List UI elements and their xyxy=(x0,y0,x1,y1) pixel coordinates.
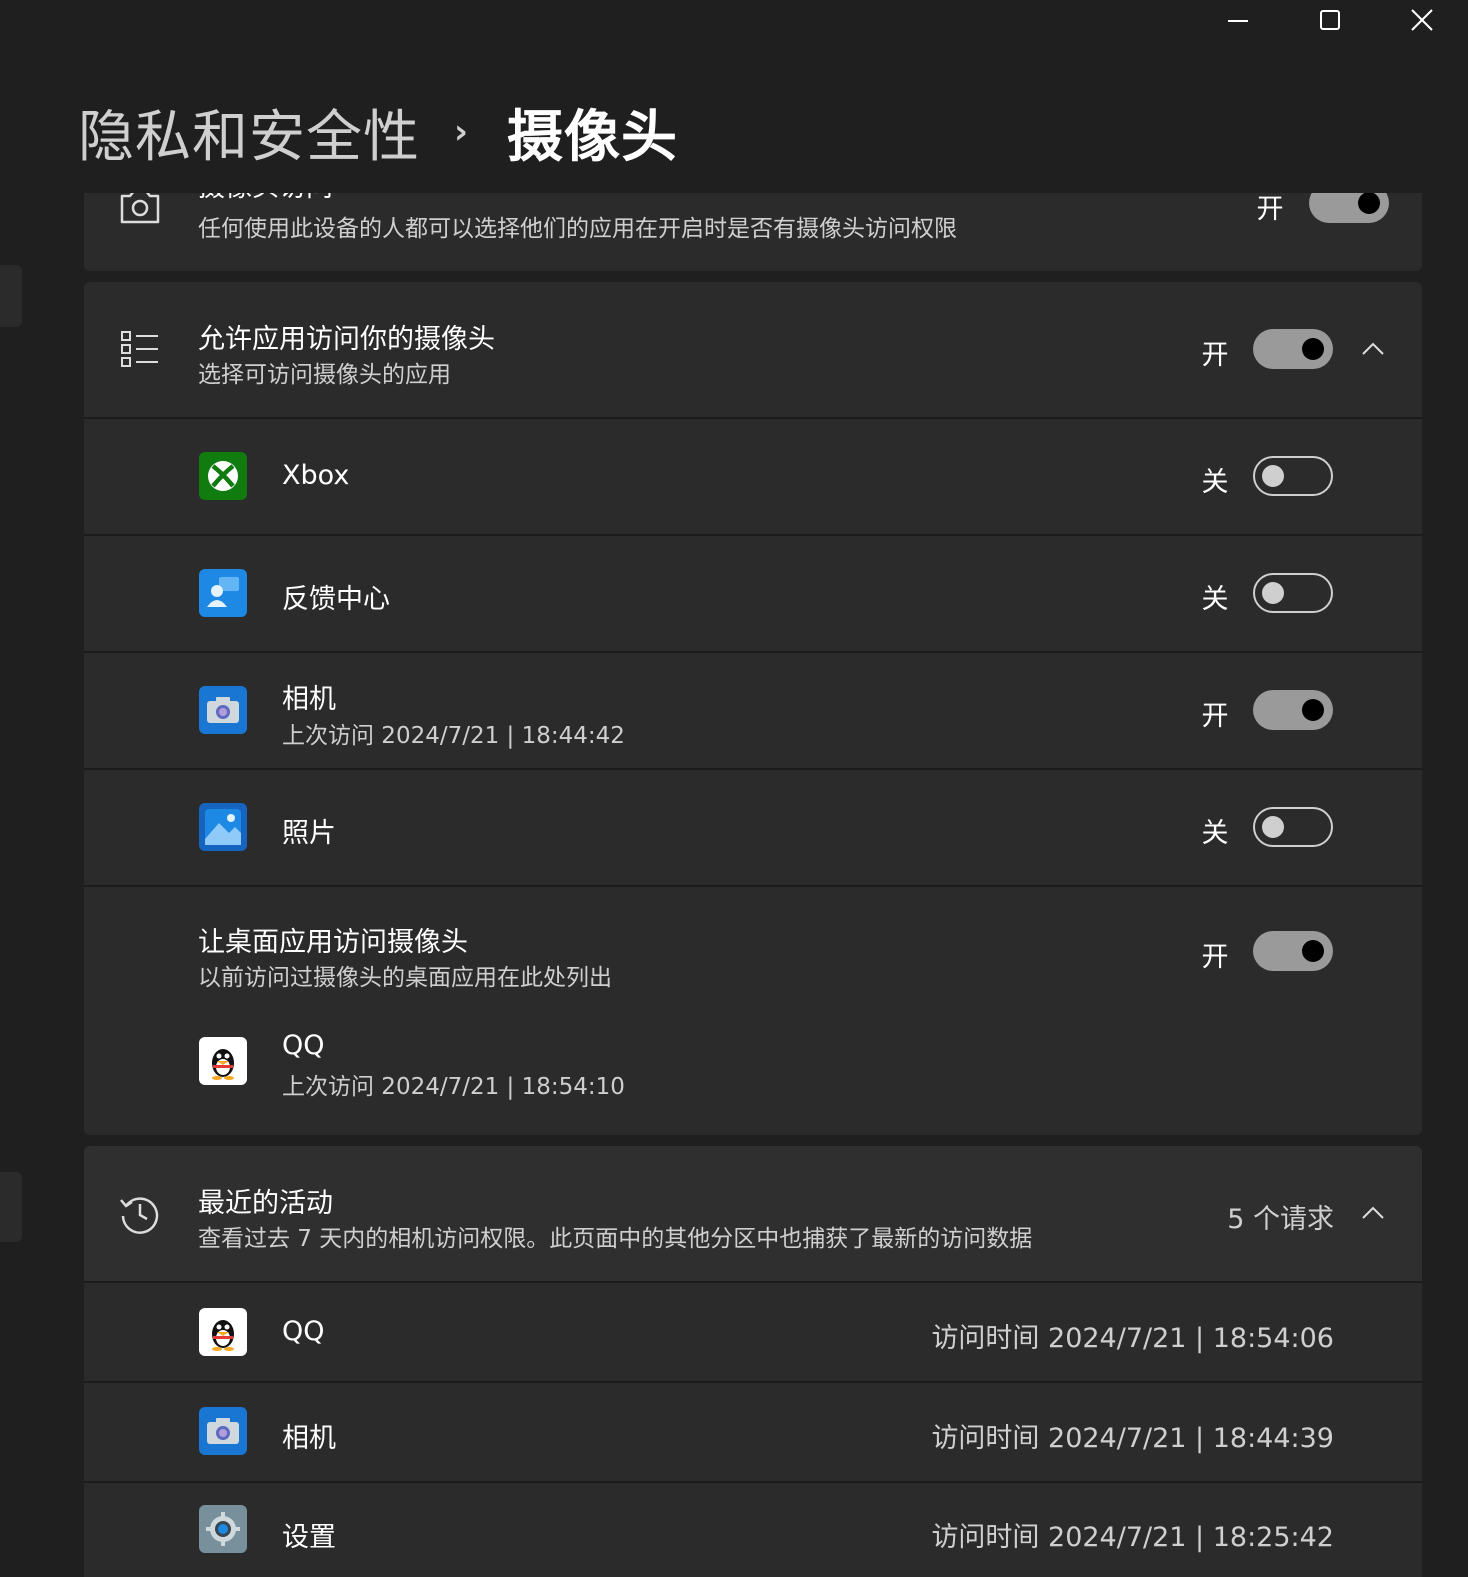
app-state-label: 关 xyxy=(1201,467,1229,498)
app-name: 反馈中心 xyxy=(282,584,390,615)
recent-activity-row: QQ 访问时间 2024/7/21 | 18:54:06 xyxy=(84,1283,1422,1381)
app-last-access: 上次访问 2024/7/21 | 18:54:10 xyxy=(282,1074,625,1100)
desktop-apps-description: 以前访问过摄像头的桌面应用在此处列出 xyxy=(198,965,612,991)
chevron-up-icon xyxy=(1362,1206,1384,1219)
allow-apps-title: 允许应用访问你的摄像头 xyxy=(198,324,495,355)
chevron-up-icon xyxy=(1362,342,1384,355)
camera-access-description: 任何使用此设备的人都可以选择他们的应用在开启时是否有摄像头访问权限 xyxy=(198,216,957,242)
access-time: 访问时间 2024/7/21 | 18:44:39 xyxy=(931,1423,1334,1454)
app-row-feedback-hub: 反馈中心 关 xyxy=(84,536,1422,651)
desktop-apps-title: 让桌面应用访问摄像头 xyxy=(198,927,468,958)
app-state-label: 关 xyxy=(1201,818,1229,849)
allow-apps-toggle[interactable] xyxy=(1253,329,1333,369)
feedback-hub-icon xyxy=(199,569,247,617)
camera-app-toggle[interactable] xyxy=(1253,690,1333,730)
sidebar-item-stub[interactable] xyxy=(0,1172,22,1242)
allow-apps-header[interactable]: 允许应用访问你的摄像头 选择可访问摄像头的应用 开 xyxy=(84,282,1422,417)
recent-activity-title: 最近的活动 xyxy=(198,1188,333,1219)
access-time: 访问时间 2024/7/21 | 18:54:06 xyxy=(931,1323,1334,1354)
app-name: 照片 xyxy=(282,818,336,849)
qq-icon xyxy=(199,1308,247,1356)
qq-icon xyxy=(199,1037,247,1085)
allow-apps-collapse-button[interactable] xyxy=(1353,329,1393,369)
close-icon xyxy=(1411,9,1433,31)
app-name: QQ xyxy=(282,1030,325,1061)
app-name: Xbox xyxy=(282,460,350,491)
recent-activity-row: 相机 访问时间 2024/7/21 | 18:44:39 xyxy=(84,1383,1422,1481)
history-icon xyxy=(120,1197,159,1234)
app-state-label: 关 xyxy=(1201,584,1229,615)
desktop-apps-toggle[interactable] xyxy=(1253,931,1333,971)
settings-icon xyxy=(199,1505,247,1553)
app-name: QQ xyxy=(282,1316,325,1347)
app-last-access: 上次访问 2024/7/21 | 18:44:42 xyxy=(282,723,625,749)
camera-access-card: 摄像头访问 任何使用此设备的人都可以选择他们的应用在开启时是否有摄像头访问权限 … xyxy=(84,193,1422,271)
recent-activity-collapse-button[interactable] xyxy=(1353,1193,1393,1233)
breadcrumb: 隐私和安全性 › 摄像头 xyxy=(78,92,678,172)
maximize-icon xyxy=(1320,10,1340,30)
minimize-icon xyxy=(1228,20,1248,22)
camera-access-title: 摄像头访问 xyxy=(198,193,333,204)
app-row-camera: 相机 上次访问 2024/7/21 | 18:44:42 开 xyxy=(84,653,1422,768)
photos-icon xyxy=(199,803,247,851)
chevron-right-icon: › xyxy=(454,112,470,152)
request-count: 5 个请求 xyxy=(1227,1204,1334,1235)
app-name: 相机 xyxy=(282,684,336,715)
photos-toggle[interactable] xyxy=(1253,807,1333,847)
feedback-hub-toggle[interactable] xyxy=(1253,573,1333,613)
camera-app-icon xyxy=(199,1407,247,1455)
app-row-photos: 照片 关 xyxy=(84,770,1422,885)
desktop-apps-state-label: 开 xyxy=(1201,942,1229,973)
camera-access-state-label: 开 xyxy=(1256,194,1284,225)
recent-activity-description: 查看过去 7 天内的相机访问权限。此页面中的其他分区中也捕获了最新的访问数据 xyxy=(198,1226,1033,1252)
sidebar-item-stub[interactable] xyxy=(0,265,22,327)
xbox-icon xyxy=(199,452,247,500)
app-row-xbox: Xbox 关 xyxy=(84,419,1422,534)
breadcrumb-parent-link[interactable]: 隐私和安全性 xyxy=(78,92,420,173)
maximize-button[interactable] xyxy=(1284,0,1376,40)
desktop-apps-section: 让桌面应用访问摄像头 以前访问过摄像头的桌面应用在此处列出 开 QQ 上次访问 … xyxy=(84,887,1422,1135)
settings-window: 隐私和安全性 › 摄像头 摄像头访问 任何使用此设备的人都可以选择他们的应用在开… xyxy=(0,0,1468,1577)
list-icon xyxy=(121,331,158,367)
recent-activity-row: 设置 访问时间 2024/7/21 | 18:25:42 xyxy=(84,1483,1422,1577)
allow-apps-state-label: 开 xyxy=(1201,340,1229,371)
camera-access-toggle[interactable] xyxy=(1309,193,1389,223)
page-title: 摄像头 xyxy=(507,104,679,170)
xbox-toggle[interactable] xyxy=(1253,456,1333,496)
allow-apps-description: 选择可访问摄像头的应用 xyxy=(198,362,451,388)
app-name: 设置 xyxy=(282,1522,336,1553)
app-name: 相机 xyxy=(282,1423,336,1454)
settings-content: 摄像头访问 任何使用此设备的人都可以选择他们的应用在开启时是否有摄像头访问权限 … xyxy=(84,193,1422,1577)
close-button[interactable] xyxy=(1376,0,1468,40)
recent-activity-header[interactable]: 最近的活动 查看过去 7 天内的相机访问权限。此页面中的其他分区中也捕获了最新的… xyxy=(84,1146,1422,1281)
camera-app-icon xyxy=(199,686,247,734)
app-state-label: 开 xyxy=(1201,701,1229,732)
access-time: 访问时间 2024/7/21 | 18:25:42 xyxy=(931,1522,1334,1553)
camera-icon xyxy=(120,193,160,224)
minimize-button[interactable] xyxy=(1192,0,1284,40)
